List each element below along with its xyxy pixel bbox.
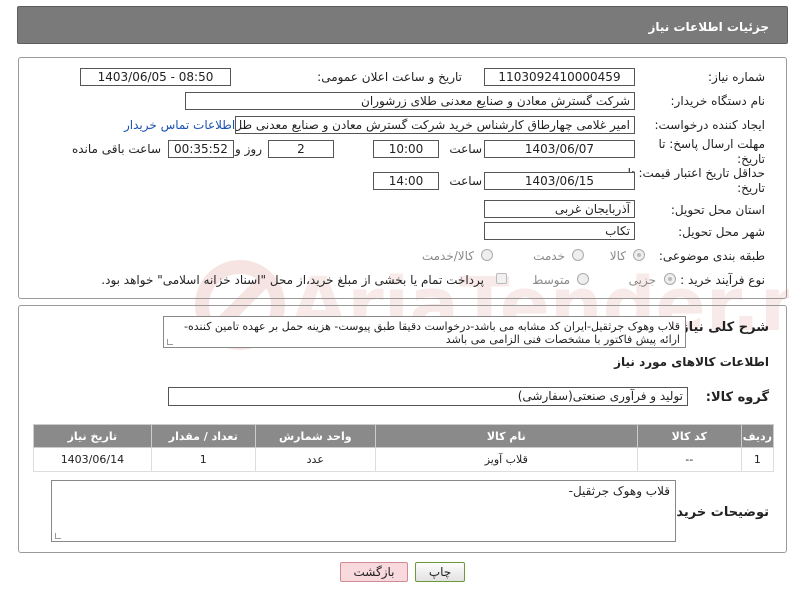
col-row: ردیف: [740, 424, 775, 448]
city-label: شهر محل تحویل:: [678, 225, 765, 239]
buyer-notes-textarea[interactable]: قلاب وهوک جرثقیل-: [51, 480, 676, 542]
need-number-field[interactable]: 1103092410000459: [484, 68, 635, 86]
validity-time-label: ساعت: [449, 174, 482, 188]
print-button[interactable]: چاپ: [415, 562, 465, 582]
buyer-org-field[interactable]: شرکت گسترش معادن و صنایع معدنی طلای زرشو…: [185, 92, 635, 110]
deadline-label-line1: مهلت ارسال پاسخ: تا: [658, 137, 765, 151]
creator-field[interactable]: امیر غلامی چهارطاق کارشناس خرید شرکت گست…: [235, 116, 635, 134]
need-number-label: شماره نیاز:: [708, 70, 765, 84]
process-radio-medium[interactable]: [577, 273, 589, 285]
days-field[interactable]: 2: [268, 140, 334, 158]
goods-section-title: اطلاعات کالاهای مورد نیاز: [614, 355, 769, 369]
category-option-both: کالا/خدمت: [421, 249, 474, 263]
cell-unit: عدد: [254, 447, 376, 472]
cell-code: --: [636, 447, 742, 472]
cell-date: 1403/06/14: [33, 447, 152, 472]
process-option-minor: جزیی: [628, 273, 656, 287]
col-code: کد کالا: [636, 424, 742, 448]
process-label: نوع فرآیند خرید :: [680, 273, 765, 287]
page-header: جزئیات اطلاعات نیاز: [17, 6, 788, 44]
col-name: نام کالا: [374, 424, 638, 448]
validity-label: حداقل تاریخ اعتبار قیمت: تا تاریخ:: [628, 166, 765, 196]
category-radio-both[interactable]: [481, 249, 493, 261]
cell-row: 1: [740, 447, 775, 472]
category-label: طبقه بندی موضوعی:: [658, 249, 765, 263]
province-label: استان محل تحویل:: [670, 203, 765, 217]
treasury-checkbox[interactable]: [496, 273, 507, 284]
goods-table: ردیف کد کالا نام کالا واحد شمارش تعداد /…: [33, 424, 775, 472]
contact-buyer-link[interactable]: اطلاعات تماس خریدار: [124, 118, 235, 132]
cell-name: قلاب آویز: [374, 447, 638, 472]
buyer-notes-text: قلاب وهوک جرثقیل-: [568, 484, 670, 498]
deadline-date-field[interactable]: 1403/06/07: [484, 140, 635, 158]
announce-field[interactable]: 1403/06/05 - 08:50: [80, 68, 231, 86]
goods-group-field[interactable]: تولید و فرآوری صنعتی(سفارشی): [168, 387, 688, 406]
col-date: تاریخ نیاز: [33, 424, 152, 448]
process-radio-minor[interactable]: [664, 273, 676, 285]
description-label: شرح کلی نیاز:: [675, 320, 769, 335]
remaining-label: ساعت باقی مانده: [71, 142, 161, 156]
page-title: جزئیات اطلاعات نیاز: [648, 20, 769, 34]
deadline-time-field[interactable]: 10:00: [373, 140, 439, 158]
deadline-time-label: ساعت: [449, 142, 482, 156]
description-textarea[interactable]: قلاب وهوک جرثقیل-ایران کد مشابه می باشد-…: [163, 316, 686, 348]
col-qty: تعداد / مقدار: [150, 424, 256, 448]
validity-date-field[interactable]: 1403/06/15: [484, 172, 635, 190]
creator-label: ایجاد کننده درخواست:: [654, 118, 765, 132]
deadline-label: مهلت ارسال پاسخ: تا تاریخ:: [658, 137, 765, 167]
province-field[interactable]: آذربایجان غربی: [484, 200, 635, 218]
category-option-goods: کالا: [609, 249, 626, 263]
treasury-note: پرداخت تمام یا بخشی از مبلغ خرید،از محل …: [101, 273, 484, 287]
table-row[interactable]: 1 -- قلاب آویز عدد 1 1403/06/14: [33, 447, 775, 472]
category-radio-goods[interactable]: [633, 249, 645, 261]
announce-label: تاریخ و ساعت اعلان عمومی:: [317, 70, 462, 84]
buyer-org-label: نام دستگاه خریدار:: [670, 94, 766, 108]
days-label: روز و: [235, 142, 262, 156]
back-button[interactable]: بازگشت: [340, 562, 408, 582]
remaining-time-field[interactable]: 00:35:52: [168, 140, 234, 158]
goods-table-header: ردیف کد کالا نام کالا واحد شمارش تعداد /…: [33, 424, 775, 448]
resize-handle[interactable]: [55, 533, 61, 539]
description-text: قلاب وهوک جرثقیل-ایران کد مشابه می باشد-…: [184, 320, 680, 346]
goods-group-label: گروه کالا:: [705, 390, 769, 405]
category-option-service: خدمت: [533, 249, 565, 263]
resize-handle[interactable]: [167, 339, 173, 345]
category-radio-service[interactable]: [572, 249, 584, 261]
cell-qty: 1: [150, 447, 256, 472]
city-field[interactable]: تکاب: [484, 222, 635, 240]
validity-label-line1: حداقل تاریخ اعتبار قیمت: تا: [627, 166, 765, 180]
col-unit: واحد شمارش: [254, 424, 376, 448]
process-option-medium: متوسط: [532, 273, 570, 287]
validity-time-field[interactable]: 14:00: [373, 172, 439, 190]
validity-label-line2: تاریخ:: [737, 181, 765, 195]
deadline-label-line2: تاریخ:: [737, 152, 765, 166]
